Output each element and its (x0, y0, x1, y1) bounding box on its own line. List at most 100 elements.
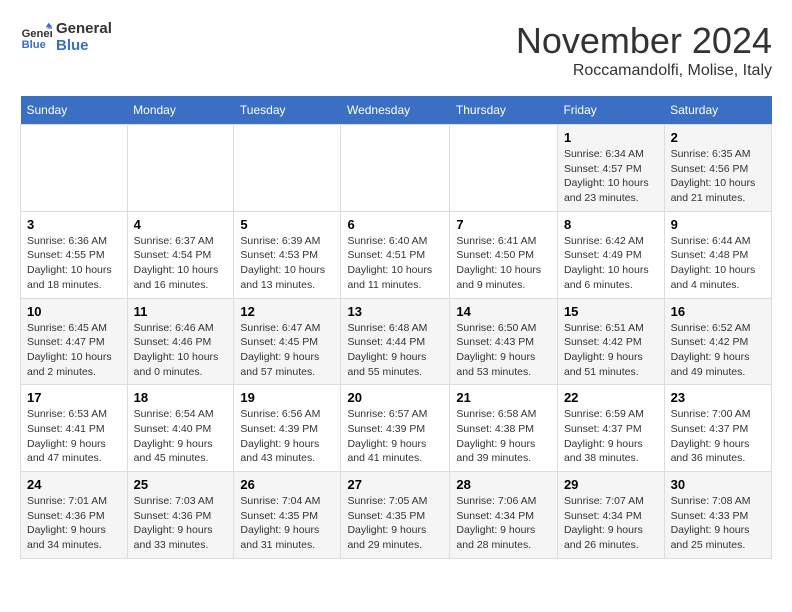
day-number: 4 (134, 217, 228, 232)
day-info: Sunrise: 7:01 AM Sunset: 4:36 PM Dayligh… (27, 494, 121, 553)
calendar-cell: 23 Sunrise: 7:00 AM Sunset: 4:37 PM Dayli… (664, 385, 771, 472)
day-info: Sunrise: 6:57 AM Sunset: 4:39 PM Dayligh… (347, 407, 443, 466)
calendar-cell: 6 Sunrise: 6:40 AM Sunset: 4:51 PM Daylig… (341, 211, 450, 298)
day-number: 3 (27, 217, 121, 232)
calendar-cell: 14 Sunrise: 6:50 AM Sunset: 4:43 PM Dayli… (450, 298, 558, 385)
day-info: Sunrise: 6:45 AM Sunset: 4:47 PM Dayligh… (27, 321, 121, 380)
day-number: 28 (456, 477, 551, 492)
day-info: Sunrise: 6:48 AM Sunset: 4:44 PM Dayligh… (347, 321, 443, 380)
day-number: 15 (564, 304, 658, 319)
logo-blue: Blue (56, 37, 112, 54)
day-number: 25 (134, 477, 228, 492)
calendar-cell (450, 125, 558, 212)
day-info: Sunrise: 6:39 AM Sunset: 4:53 PM Dayligh… (240, 234, 334, 293)
logo: General Blue General Blue (20, 20, 112, 54)
week-row-4: 17Sunrise: 6:53 AM Sunset: 4:41 PM Dayli… (21, 385, 772, 472)
day-number: 30 (671, 477, 765, 492)
page-header: General Blue General Blue November 2024 … (20, 20, 772, 80)
day-number: 6 (347, 217, 443, 232)
day-info: Sunrise: 6:34 AM Sunset: 4:57 PM Dayligh… (564, 147, 658, 206)
day-number: 22 (564, 390, 658, 405)
calendar-cell: 21 Sunrise: 6:58 AM Sunset: 4:38 PM Dayli… (450, 385, 558, 472)
week-row-5: 24 Sunrise: 7:01 AM Sunset: 4:36 PM Dayli… (21, 472, 772, 559)
svg-text:Blue: Blue (22, 39, 46, 51)
day-number: 9 (671, 217, 765, 232)
calendar-cell: 10 Sunrise: 6:45 AM Sunset: 4:47 PM Dayli… (21, 298, 128, 385)
day-info: Sunrise: 6:58 AM Sunset: 4:38 PM Dayligh… (456, 407, 551, 466)
svg-text:General: General (22, 28, 52, 40)
weekday-header-friday: Friday (557, 96, 664, 125)
day-info: Sunrise: 6:53 AM Sunset: 4:41 PM Dayligh… (27, 407, 121, 466)
calendar-cell: 16 Sunrise: 6:52 AM Sunset: 4:42 PM Dayli… (664, 298, 771, 385)
day-info: Sunrise: 6:40 AM Sunset: 4:51 PM Dayligh… (347, 234, 443, 293)
week-row-1: 1 Sunrise: 6:34 AM Sunset: 4:57 PM Daylig… (21, 125, 772, 212)
day-info: Sunrise: 6:41 AM Sunset: 4:50 PM Dayligh… (456, 234, 551, 293)
week-row-2: 3 Sunrise: 6:36 AM Sunset: 4:55 PM Daylig… (21, 211, 772, 298)
day-number: 13 (347, 304, 443, 319)
calendar-cell: 8 Sunrise: 6:42 AM Sunset: 4:49 PM Daylig… (557, 211, 664, 298)
day-number: 1 (564, 130, 658, 145)
calendar-cell (341, 125, 450, 212)
day-info: Sunrise: 6:42 AM Sunset: 4:49 PM Dayligh… (564, 234, 658, 293)
day-info: Sunrise: 6:54 AM Sunset: 4:40 PM Dayligh… (134, 407, 228, 466)
day-number: 24 (27, 477, 121, 492)
calendar-cell (127, 125, 234, 212)
day-info: Sunrise: 7:03 AM Sunset: 4:36 PM Dayligh… (134, 494, 228, 553)
day-info: Sunrise: 6:51 AM Sunset: 4:42 PM Dayligh… (564, 321, 658, 380)
weekday-header-saturday: Saturday (664, 96, 771, 125)
title-block: November 2024 Roccamandolfi, Molise, Ita… (516, 20, 772, 80)
day-number: 21 (456, 390, 551, 405)
day-number: 14 (456, 304, 551, 319)
calendar-cell: 27Sunrise: 7:05 AM Sunset: 4:35 PM Dayli… (341, 472, 450, 559)
day-info: Sunrise: 6:35 AM Sunset: 4:56 PM Dayligh… (671, 147, 765, 206)
weekday-header-row: SundayMondayTuesdayWednesdayThursdayFrid… (21, 96, 772, 125)
calendar-cell: 17Sunrise: 6:53 AM Sunset: 4:41 PM Dayli… (21, 385, 128, 472)
calendar-table: SundayMondayTuesdayWednesdayThursdayFrid… (20, 96, 772, 559)
day-info: Sunrise: 7:05 AM Sunset: 4:35 PM Dayligh… (347, 494, 443, 553)
day-number: 11 (134, 304, 228, 319)
calendar-cell: 7 Sunrise: 6:41 AM Sunset: 4:50 PM Daylig… (450, 211, 558, 298)
day-info: Sunrise: 6:46 AM Sunset: 4:46 PM Dayligh… (134, 321, 228, 380)
calendar-cell: 2Sunrise: 6:35 AM Sunset: 4:56 PM Daylig… (664, 125, 771, 212)
day-number: 18 (134, 390, 228, 405)
day-info: Sunrise: 7:00 AM Sunset: 4:37 PM Dayligh… (671, 407, 765, 466)
calendar-cell: 18 Sunrise: 6:54 AM Sunset: 4:40 PM Dayli… (127, 385, 234, 472)
calendar-cell: 29Sunrise: 7:07 AM Sunset: 4:34 PM Dayli… (557, 472, 664, 559)
day-info: Sunrise: 7:08 AM Sunset: 4:33 PM Dayligh… (671, 494, 765, 553)
day-info: Sunrise: 7:04 AM Sunset: 4:35 PM Dayligh… (240, 494, 334, 553)
calendar-cell: 5Sunrise: 6:39 AM Sunset: 4:53 PM Daylig… (234, 211, 341, 298)
calendar-cell (234, 125, 341, 212)
day-info: Sunrise: 6:47 AM Sunset: 4:45 PM Dayligh… (240, 321, 334, 380)
day-info: Sunrise: 7:07 AM Sunset: 4:34 PM Dayligh… (564, 494, 658, 553)
month-title: November 2024 (516, 20, 772, 62)
day-number: 19 (240, 390, 334, 405)
day-info: Sunrise: 6:44 AM Sunset: 4:48 PM Dayligh… (671, 234, 765, 293)
calendar-cell: 9 Sunrise: 6:44 AM Sunset: 4:48 PM Daylig… (664, 211, 771, 298)
day-number: 10 (27, 304, 121, 319)
day-number: 26 (240, 477, 334, 492)
day-info: Sunrise: 6:52 AM Sunset: 4:42 PM Dayligh… (671, 321, 765, 380)
weekday-header-monday: Monday (127, 96, 234, 125)
day-number: 20 (347, 390, 443, 405)
day-info: Sunrise: 7:06 AM Sunset: 4:34 PM Dayligh… (456, 494, 551, 553)
day-number: 8 (564, 217, 658, 232)
week-row-3: 10 Sunrise: 6:45 AM Sunset: 4:47 PM Dayli… (21, 298, 772, 385)
day-info: Sunrise: 6:36 AM Sunset: 4:55 PM Dayligh… (27, 234, 121, 293)
calendar-cell: 1 Sunrise: 6:34 AM Sunset: 4:57 PM Daylig… (557, 125, 664, 212)
calendar-cell: 4Sunrise: 6:37 AM Sunset: 4:54 PM Daylig… (127, 211, 234, 298)
day-info: Sunrise: 6:50 AM Sunset: 4:43 PM Dayligh… (456, 321, 551, 380)
weekday-header-sunday: Sunday (21, 96, 128, 125)
calendar-cell: 3 Sunrise: 6:36 AM Sunset: 4:55 PM Daylig… (21, 211, 128, 298)
location: Roccamandolfi, Molise, Italy (516, 62, 772, 80)
calendar-cell: 30 Sunrise: 7:08 AM Sunset: 4:33 PM Dayli… (664, 472, 771, 559)
calendar-cell: 22Sunrise: 6:59 AM Sunset: 4:37 PM Dayli… (557, 385, 664, 472)
weekday-header-tuesday: Tuesday (234, 96, 341, 125)
calendar-cell: 28 Sunrise: 7:06 AM Sunset: 4:34 PM Dayli… (450, 472, 558, 559)
calendar-cell: 15 Sunrise: 6:51 AM Sunset: 4:42 PM Dayli… (557, 298, 664, 385)
day-number: 16 (671, 304, 765, 319)
logo-icon: General Blue (20, 21, 52, 53)
logo-general: General (56, 20, 112, 37)
calendar-cell: 20 Sunrise: 6:57 AM Sunset: 4:39 PM Dayli… (341, 385, 450, 472)
day-number: 23 (671, 390, 765, 405)
day-number: 7 (456, 217, 551, 232)
